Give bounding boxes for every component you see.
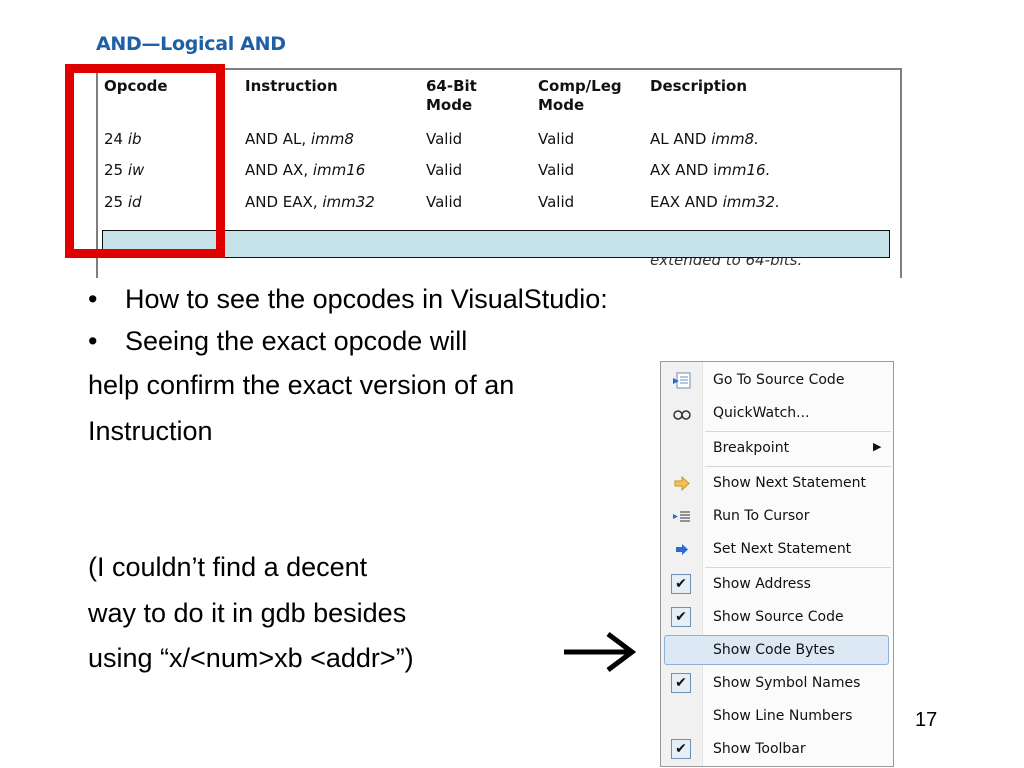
checkmark-icon: ✔ xyxy=(671,574,691,594)
menu-item-go-to-source-code[interactable]: Go To Source Code xyxy=(661,364,893,397)
menu-item-show-code-bytes[interactable]: Show Code Bytes xyxy=(661,634,893,667)
checkmark-icon: ✔ xyxy=(671,673,691,693)
quickwatch-icon xyxy=(673,410,691,420)
header-compleg-mode-line2: Mode xyxy=(538,96,585,114)
table-row-compleg: Valid xyxy=(538,161,575,179)
menu-item-show-address[interactable]: ✔ Show Address xyxy=(661,568,893,601)
table-row-instruction: AND EAX, imm32 xyxy=(245,193,375,211)
menu-item-show-line-numbers[interactable]: Show Line Numbers xyxy=(661,700,893,733)
table-row-64bit: Valid xyxy=(426,193,463,211)
menu-item-show-next-statement[interactable]: Show Next Statement xyxy=(661,467,893,500)
bullet-2: • Seeing the exact opcode will xyxy=(88,326,468,356)
note-line-2: way to do it in gdb besides xyxy=(88,598,407,628)
disassembly-context-menu: Go To Source Code QuickWatch... Breakpoi… xyxy=(660,361,894,767)
bullet-1: • How to see the opcodes in VisualStudio: xyxy=(88,284,608,314)
table-row-description: AX AND imm16. xyxy=(650,161,771,179)
note-line-3: using “x/<num>xb <addr>”) xyxy=(88,643,414,673)
arrow-right-icon xyxy=(564,632,637,672)
table-row-description: AL AND imm8. xyxy=(650,130,759,148)
arrow-right-blue-icon xyxy=(676,544,688,555)
bullet-2-continuation-2: Instruction xyxy=(88,416,213,446)
table-right-rule xyxy=(900,68,902,278)
checkmark-icon: ✔ xyxy=(671,739,691,759)
arrow-right-yellow-icon xyxy=(674,475,690,492)
note-line-1: (I couldn’t find a decent xyxy=(88,552,368,582)
header-instruction: Instruction xyxy=(245,77,338,95)
table-row-instruction: AND AX, imm16 xyxy=(245,161,366,179)
table-row-instruction: AND AL, imm8 xyxy=(245,130,354,148)
table-row-compleg: Valid xyxy=(538,130,575,148)
opcode-column-highlight xyxy=(65,64,225,258)
table-row-64bit: Valid xyxy=(426,130,463,148)
menu-item-run-to-cursor[interactable]: Run To Cursor xyxy=(661,500,893,533)
reference-title: AND—Logical AND xyxy=(96,33,286,55)
go-to-source-icon xyxy=(673,372,691,389)
table-row-description: EAX AND imm32. xyxy=(650,193,780,211)
menu-item-breakpoint[interactable]: Breakpoint ▶ xyxy=(661,432,893,465)
menu-item-set-next-statement[interactable]: Set Next Statement xyxy=(661,533,893,566)
menu-item-show-symbol-names[interactable]: ✔ Show Symbol Names xyxy=(661,667,893,700)
table-row-64bit: Valid xyxy=(426,161,463,179)
header-64bit-mode-line1: 64-Bit xyxy=(426,77,477,95)
header-description: Description xyxy=(650,77,748,95)
menu-item-quickwatch[interactable]: QuickWatch... xyxy=(661,397,893,430)
header-compleg-mode-line1: Comp/Leg xyxy=(538,77,622,95)
slide-number: 17 xyxy=(915,709,938,731)
header-64bit-mode-line2: Mode xyxy=(426,96,473,114)
run-to-cursor-icon xyxy=(673,511,690,522)
bullet-2-continuation: help confirm the exact version of an xyxy=(88,370,515,400)
menu-item-show-toolbar[interactable]: ✔ Show Toolbar xyxy=(661,733,893,766)
table-row-compleg: Valid xyxy=(538,193,575,211)
checkmark-icon: ✔ xyxy=(671,607,691,627)
submenu-arrow-icon: ▶ xyxy=(873,440,882,453)
menu-item-show-source-code[interactable]: ✔ Show Source Code xyxy=(661,601,893,634)
